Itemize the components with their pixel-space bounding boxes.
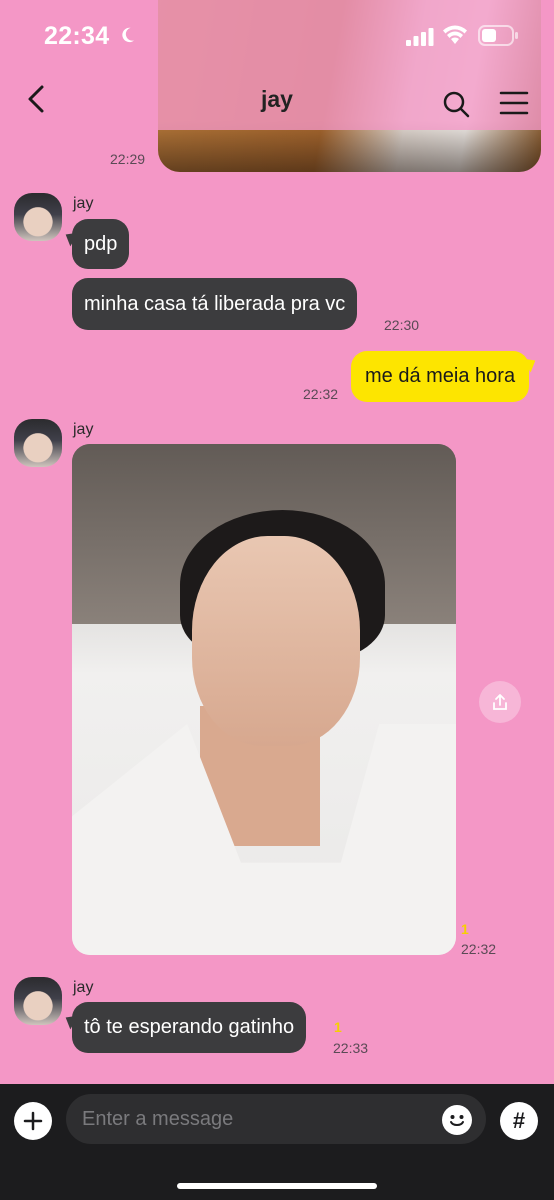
sender-name: jay <box>73 979 94 996</box>
message-text: me dá meia hora <box>365 365 516 387</box>
avatar[interactable] <box>14 419 62 467</box>
chat-title: jay <box>261 86 293 112</box>
status-bar: 22:34 <box>0 0 554 72</box>
message-time: 22:32 <box>303 386 339 402</box>
signal-icon <box>406 28 434 46</box>
message-text: tô te esperando gatinho <box>84 1016 295 1038</box>
message-bubble[interactable]: tô te esperando gatinho <box>72 1002 307 1053</box>
sender-name: jay <box>73 195 94 212</box>
plus-icon <box>23 1111 43 1131</box>
message-time: 22:30 <box>384 317 420 333</box>
message-input[interactable] <box>82 1094 422 1144</box>
menu-icon[interactable] <box>499 90 529 116</box>
unread-count: 1 <box>461 921 469 937</box>
message-text: minha casa tá liberada pra vc <box>84 292 346 315</box>
message-text: pdp <box>84 232 118 255</box>
message-field[interactable] <box>66 1094 486 1144</box>
avatar[interactable] <box>14 193 62 241</box>
avatar[interactable] <box>14 977 62 1025</box>
hashtag-button[interactable]: # <box>500 1102 538 1140</box>
hashtag-icon: # <box>512 1108 526 1133</box>
message-bubble-outgoing[interactable]: me dá meia hora <box>351 351 530 402</box>
photo-face <box>192 536 360 746</box>
share-icon <box>493 694 507 710</box>
home-indicator <box>177 1183 377 1189</box>
moon-icon <box>122 27 135 43</box>
message-bubble[interactable]: pdp <box>72 219 130 269</box>
search-icon[interactable] <box>442 90 470 118</box>
input-bar: # <box>0 1084 554 1200</box>
sender-name: jay <box>73 421 94 438</box>
battery-icon <box>478 25 518 46</box>
message-bubble[interactable]: minha casa tá liberada pra vc <box>72 278 358 330</box>
message-time: 22:32 <box>461 941 497 957</box>
unread-count: 1 <box>334 1019 342 1035</box>
add-button[interactable] <box>14 1102 52 1140</box>
photo-message[interactable] <box>72 444 456 955</box>
status-time: 22:34 <box>44 22 110 50</box>
message-time: 22:33 <box>333 1040 369 1056</box>
emoji-icon[interactable] <box>442 1105 472 1135</box>
share-button[interactable] <box>479 681 521 723</box>
wifi-icon <box>443 25 467 44</box>
message-time: 22:29 <box>110 151 146 167</box>
